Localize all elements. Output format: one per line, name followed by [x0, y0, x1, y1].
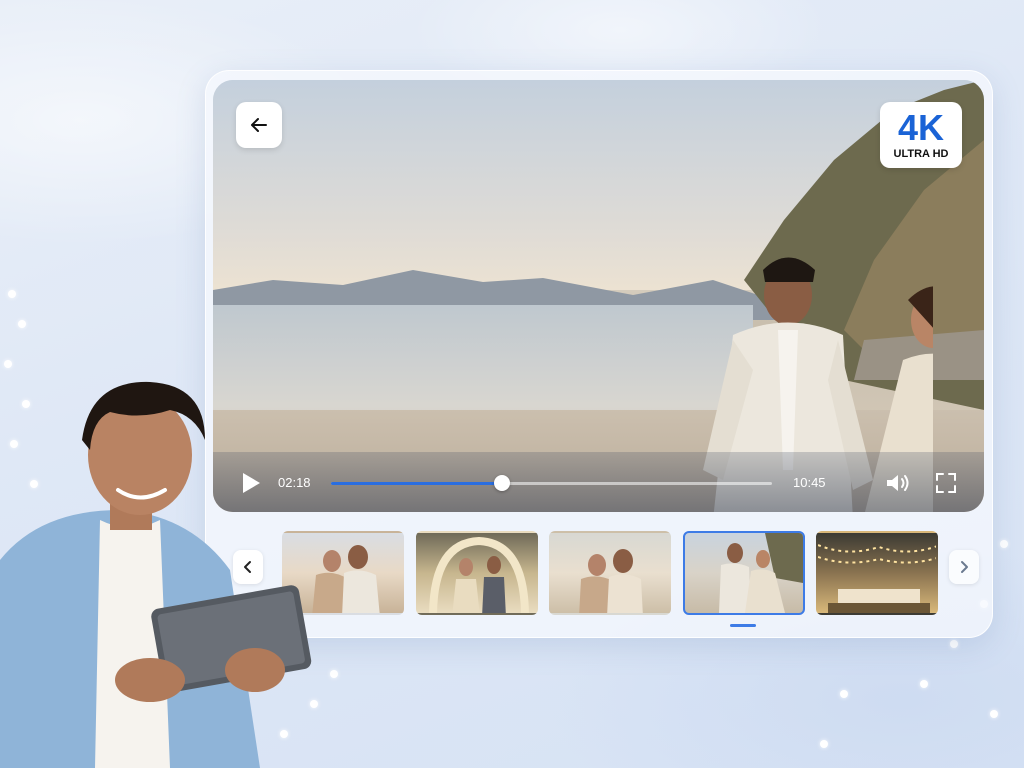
progress-fill — [331, 482, 503, 485]
carousel-next-button[interactable] — [949, 550, 979, 584]
video-frame[interactable] — [213, 80, 984, 512]
fullscreen-icon[interactable] — [935, 472, 957, 494]
quality-badge-main: 4K — [897, 107, 945, 148]
progress-track[interactable] — [331, 482, 772, 485]
thumbnail-2[interactable] — [416, 531, 538, 615]
thumbnail-4[interactable] — [683, 531, 805, 615]
thumbnail-2-image — [429, 536, 529, 613]
person-with-tablet-image — [0, 381, 312, 768]
thumbnail-3-image — [579, 549, 643, 613]
progress-scrubber[interactable] — [494, 475, 510, 491]
chevron-right-icon — [961, 561, 968, 573]
quality-badge-sub: ULTRA HD — [893, 148, 949, 160]
volume-icon[interactable] — [884, 471, 912, 495]
thumbnail-3[interactable] — [549, 531, 671, 615]
quality-badge: 4K ULTRA HD — [880, 102, 962, 168]
thumbnail-5-image — [818, 544, 936, 613]
back-button[interactable] — [236, 102, 282, 148]
arrow-left-icon — [251, 118, 267, 132]
total-time: 10:45 — [793, 475, 826, 490]
thumbnail-5[interactable] — [816, 531, 938, 615]
carousel-page-indicator — [730, 624, 756, 627]
thumbnail-4-image — [719, 533, 803, 613]
